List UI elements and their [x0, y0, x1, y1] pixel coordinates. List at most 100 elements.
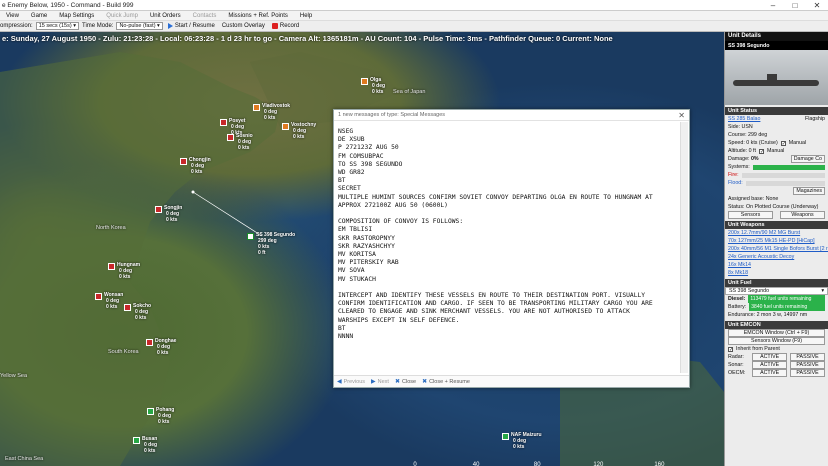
menu-contacts[interactable]: Contacts — [187, 13, 223, 19]
unit-info-line: 0 kts — [135, 315, 147, 321]
unit-marker[interactable] — [180, 158, 187, 165]
unit-photo — [725, 50, 828, 105]
manual-altitude-checkbox[interactable]: ✓ — [758, 148, 764, 154]
custom-overlay-button[interactable]: Custom Overlay — [220, 23, 267, 29]
message-body: NSEG DE XSUB P 272123Z AUG 50 FM COMSUBP… — [338, 128, 653, 341]
unit-marker[interactable] — [220, 119, 227, 126]
fire-bar — [741, 172, 825, 178]
unit-marker[interactable] — [146, 339, 153, 346]
sensors-window-button[interactable]: Sensors Window (F9) — [728, 337, 825, 345]
landmass-korea — [0, 52, 280, 466]
oecm-active-button[interactable]: ACTIVE — [752, 369, 788, 377]
weapon-item[interactable]: 200x 40mm/56 M1 Single Bofors Burst [2 r… — [725, 245, 828, 253]
plotted-course-line[interactable] — [192, 191, 263, 237]
unit-marker[interactable] — [227, 134, 234, 141]
compression-value: 15 secs (15s) — [38, 23, 72, 29]
close-window-button[interactable]: ✕ — [806, 0, 828, 11]
minimize-button[interactable]: – — [762, 0, 784, 11]
course-waypoint[interactable] — [191, 190, 195, 194]
unit-marker[interactable] — [155, 206, 162, 213]
menu-quick-jump[interactable]: Quick Jump — [100, 13, 144, 19]
damage-control-button[interactable]: Damage Co — [790, 155, 825, 163]
compression-select[interactable]: 15 secs (15s) ▾ — [35, 22, 79, 30]
menu-view[interactable]: View — [0, 13, 25, 19]
place-south-korea: South Korea — [108, 349, 139, 355]
unit-marker[interactable] — [247, 233, 254, 240]
fuel-unit-value: SS 398 Segundo — [729, 288, 770, 294]
unit-marker[interactable] — [502, 433, 509, 440]
unit-info-line: 0 kts — [238, 145, 250, 151]
unit-status-text: Status: On Plotted Course (Underway) — [728, 204, 819, 210]
menu-game[interactable]: Game — [25, 13, 53, 19]
oecm-passive-button[interactable]: PASSIVE — [790, 369, 825, 377]
manual-altitude-label: Manual — [766, 148, 785, 154]
close-circle-icon: ✖ — [394, 379, 400, 385]
unit-info-line: 0 kts — [191, 169, 203, 175]
weapons-button[interactable]: Weapons — [780, 211, 825, 219]
unit-class-link[interactable]: SS 285 Balao — [728, 116, 760, 122]
maximize-button[interactable]: □ — [784, 0, 806, 11]
inherit-label: Inherit from Parent — [736, 346, 780, 352]
oecm-label: OECM: — [728, 370, 746, 376]
manual-speed-checkbox[interactable]: ✓ — [780, 140, 786, 146]
flood-label: Flood: — [728, 180, 743, 186]
unit-marker[interactable] — [147, 408, 154, 415]
status-line: e: Sunday, 27 August 1950 - Zulu: 21:23:… — [2, 34, 613, 43]
sonar-label: Sonar: — [728, 362, 744, 368]
message-close-icon[interactable]: ✕ — [678, 111, 685, 120]
close-button[interactable]: ✖ Close — [394, 378, 416, 386]
sonar-active-button[interactable]: ACTIVE — [752, 361, 788, 369]
radar-passive-button[interactable]: PASSIVE — [790, 353, 825, 361]
time-mode-value: No-pulse (fast) — [119, 23, 156, 29]
place-yellow-sea: Yellow Sea — [0, 373, 28, 379]
previous-button[interactable]: ◀ Previous — [337, 378, 365, 386]
unit-course: Course: 299 deg — [728, 132, 768, 138]
menu-map-settings[interactable]: Map Settings — [53, 13, 100, 19]
unit-info-line: 0 kts — [106, 304, 118, 310]
unit-marker[interactable] — [124, 304, 131, 311]
close-resume-button[interactable]: ✖ Close + Resume — [422, 378, 470, 386]
place-sea-of-japan: Sea of Japan — [393, 89, 426, 95]
weapon-item[interactable]: 16x Mk14 — [725, 261, 828, 269]
unit-marker[interactable] — [361, 78, 368, 85]
unit-emcon-header: Unit EMCON — [725, 321, 828, 329]
inherit-checkbox[interactable]: ✓ — [728, 346, 733, 352]
unit-marker[interactable] — [108, 263, 115, 270]
unit-marker[interactable] — [95, 293, 102, 300]
record-label: Record — [279, 23, 300, 29]
radar-active-button[interactable]: ACTIVE — [752, 353, 788, 361]
record-button[interactable]: Record — [270, 23, 301, 29]
fuel-unit-select[interactable]: SS 398 Segundo ▾ — [725, 287, 828, 295]
close-resume-label: Close + Resume — [429, 378, 470, 385]
magazines-button[interactable]: Magazines — [793, 187, 825, 195]
unit-marker[interactable] — [282, 123, 289, 130]
menu-help[interactable]: Help — [294, 13, 318, 19]
unit-info-line: 0 kts — [119, 274, 131, 280]
unit-side: Side: USN — [728, 124, 753, 130]
weapon-item[interactable]: 70x 127mm/25 Mk15 HE-PD [HiCap] — [725, 237, 828, 245]
menu-bar: View Game Map Settings Quick Jump Unit O… — [0, 11, 828, 21]
compression-label: ompression: — [0, 23, 33, 29]
menu-missions[interactable]: Missions + Ref. Points — [222, 13, 294, 19]
emcon-window-button[interactable]: EMCON Window (Ctrl + F9) — [728, 329, 825, 337]
toolbar: ompression: 15 secs (15s) ▾ Time Mode: N… — [0, 21, 828, 32]
unit-marker[interactable] — [133, 437, 140, 444]
diesel-label: Diesel: — [728, 296, 746, 302]
close-circle-icon: ✖ — [422, 379, 428, 385]
weapon-item[interactable]: 8x Mk18 — [725, 269, 828, 277]
unit-speed: Speed: 0 kts (Cruise) — [728, 140, 778, 146]
sonar-passive-button[interactable]: PASSIVE — [790, 361, 825, 369]
start-resume-button[interactable]: Start / Resume — [166, 23, 217, 29]
message-scrollbar[interactable] — [680, 122, 688, 373]
time-mode-select[interactable]: No-pulse (fast) ▾ — [116, 22, 163, 30]
damage-label: Damage: — [728, 156, 750, 162]
weapon-item[interactable]: 200x 12.7mm/90 M2 MG Burst — [725, 229, 828, 237]
start-resume-label: Start / Resume — [174, 23, 215, 29]
weapon-item[interactable]: 24x Generic Acoustic Decoy — [725, 253, 828, 261]
next-button[interactable]: ▶ Next — [371, 378, 389, 386]
sensors-button[interactable]: Sensors — [728, 211, 773, 219]
unit-marker[interactable] — [253, 104, 260, 111]
unit-weapons-header: Unit Weapons — [725, 221, 828, 229]
menu-unit-orders[interactable]: Unit Orders — [144, 13, 187, 19]
scale-bar: 04080120160Nautical miles — [413, 462, 665, 466]
